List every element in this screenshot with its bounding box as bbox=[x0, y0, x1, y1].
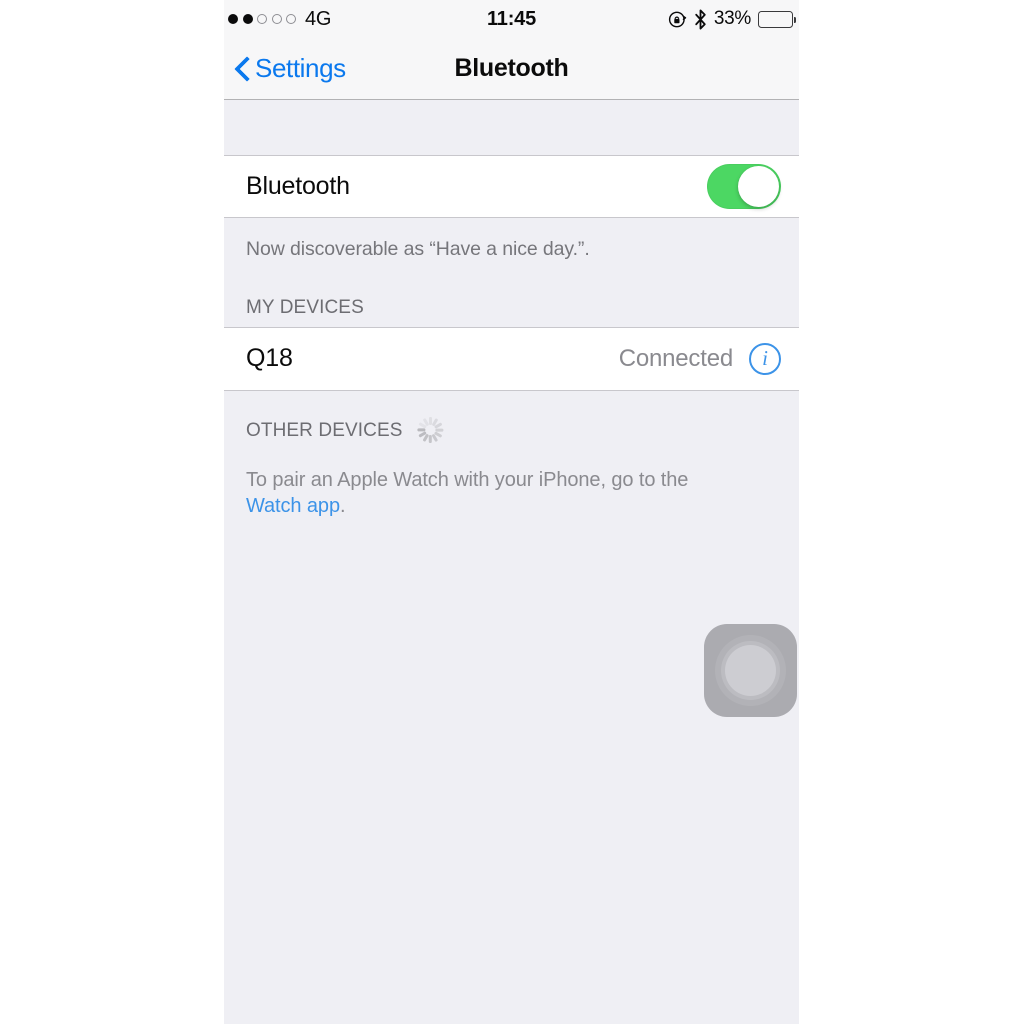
discoverable-note: Now discoverable as “Have a nice day.”. bbox=[224, 218, 799, 263]
battery-percent-label: 33% bbox=[713, 8, 751, 29]
status-bar-right: 33% bbox=[668, 0, 797, 38]
bluetooth-toggle-row[interactable]: Bluetooth bbox=[224, 155, 799, 218]
rotation-lock-icon bbox=[668, 10, 687, 29]
toggle-knob bbox=[738, 166, 779, 207]
clock-label: 11:45 bbox=[486, 7, 537, 30]
assistive-touch-button[interactable] bbox=[704, 624, 797, 717]
my-devices-list: Q18 Connected i bbox=[224, 326, 799, 391]
device-status-label: Connected bbox=[618, 344, 733, 372]
settings-content: Bluetooth Now discoverable as “Have a ni… bbox=[224, 100, 799, 1024]
other-devices-header-label: OTHER DEVICES bbox=[246, 420, 403, 442]
activity-spinner-icon bbox=[417, 416, 445, 444]
bluetooth-label: Bluetooth bbox=[246, 172, 350, 200]
my-devices-header: MY DEVICES bbox=[224, 262, 799, 327]
assistive-touch-core bbox=[725, 645, 776, 696]
info-circle-icon[interactable]: i bbox=[749, 342, 781, 375]
device-row[interactable]: Q18 Connected i bbox=[224, 327, 799, 390]
other-devices-header: OTHER DEVICES bbox=[224, 390, 799, 452]
footer-text-after: . bbox=[339, 494, 346, 517]
watch-app-link[interactable]: Watch app bbox=[246, 495, 340, 517]
page-title: Bluetooth bbox=[224, 38, 799, 99]
battery-icon bbox=[758, 10, 797, 28]
navigation-bar: Settings Bluetooth bbox=[224, 38, 799, 100]
device-name-label: Q18 bbox=[246, 344, 293, 373]
bluetooth-toggle-switch[interactable] bbox=[707, 164, 781, 209]
phone-screen: 4G 11:45 33% Settings Bluetooth Bluetoot… bbox=[224, 0, 799, 1024]
watch-pairing-footer: To pair an Apple Watch with your iPhone,… bbox=[224, 451, 754, 520]
status-bar: 4G 11:45 33% bbox=[224, 0, 799, 38]
page-title-label: Bluetooth bbox=[454, 54, 569, 82]
top-spacer bbox=[224, 100, 799, 155]
bluetooth-icon bbox=[694, 9, 707, 30]
footer-text-before: To pair an Apple Watch with your iPhone,… bbox=[246, 468, 689, 491]
my-devices-header-label: MY DEVICES bbox=[246, 296, 364, 318]
